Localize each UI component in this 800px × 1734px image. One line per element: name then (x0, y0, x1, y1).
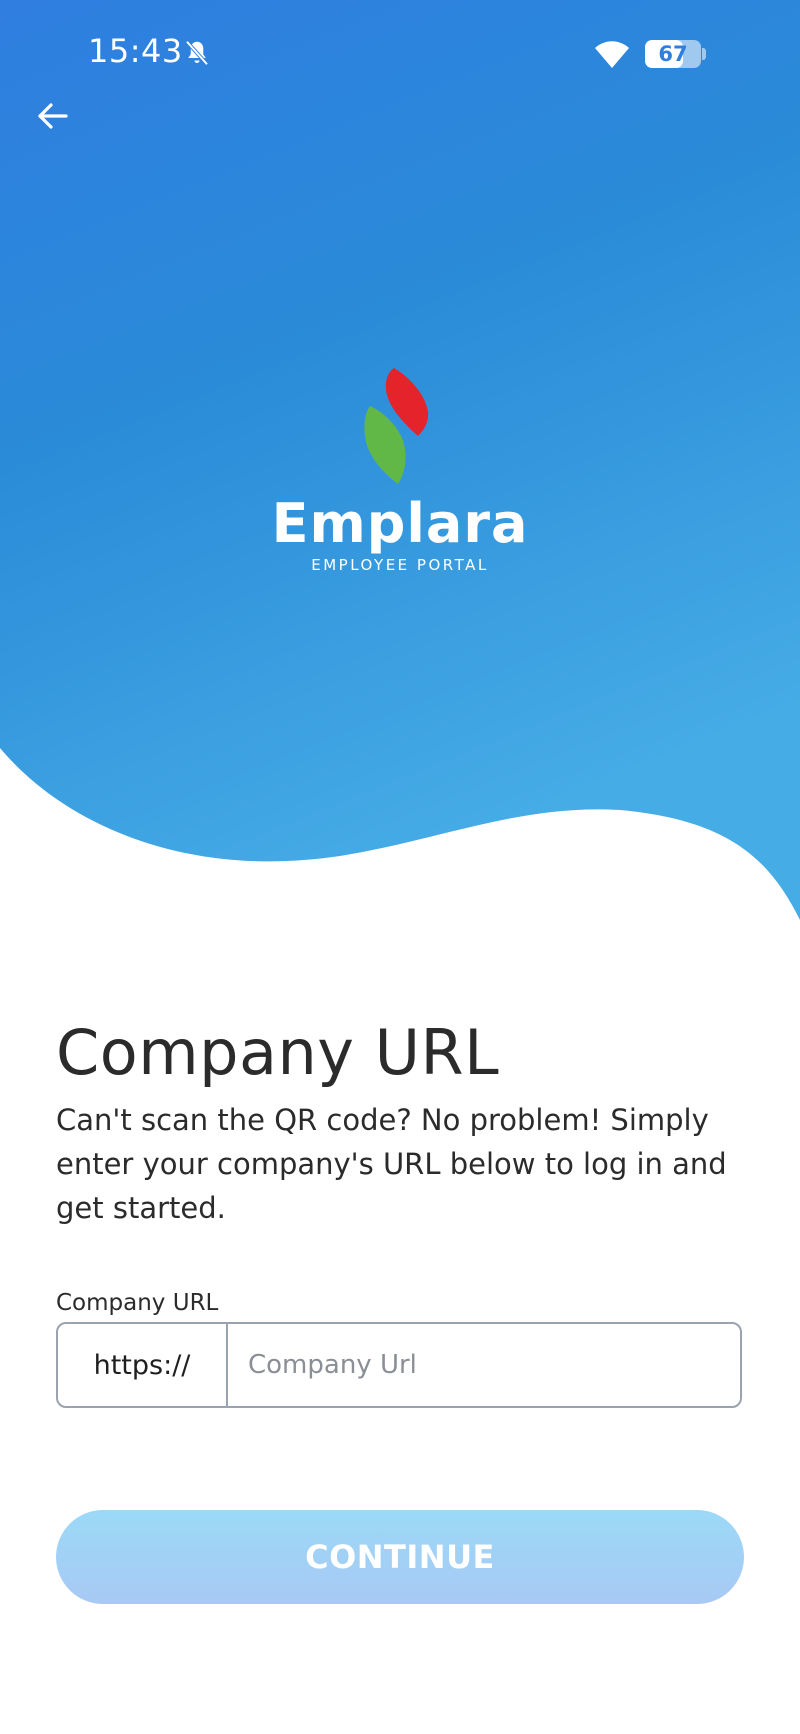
company-url-input[interactable] (228, 1324, 740, 1406)
bell-off-icon (185, 40, 209, 66)
company-url-label: Company URL (56, 1290, 219, 1316)
brand-logo-icon (364, 368, 429, 484)
page-title: Company URL (56, 1016, 500, 1089)
company-url-field: https:// (56, 1322, 742, 1408)
status-time: 15:43 (88, 32, 183, 70)
battery-level: 67 (658, 42, 688, 66)
url-prefix: https:// (58, 1324, 228, 1406)
battery-indicator: 67 (645, 40, 701, 68)
brand-tagline: EMPLOYEE PORTAL (311, 556, 489, 574)
battery-tip (702, 48, 706, 60)
brand-name: Emplara (271, 492, 529, 555)
continue-button[interactable]: CONTINUE (56, 1510, 744, 1604)
arrow-left-icon (38, 103, 68, 129)
wifi-icon (595, 41, 629, 68)
page-description: Can't scan the QR code? No problem! Simp… (56, 1103, 727, 1225)
back-button[interactable] (28, 92, 76, 140)
